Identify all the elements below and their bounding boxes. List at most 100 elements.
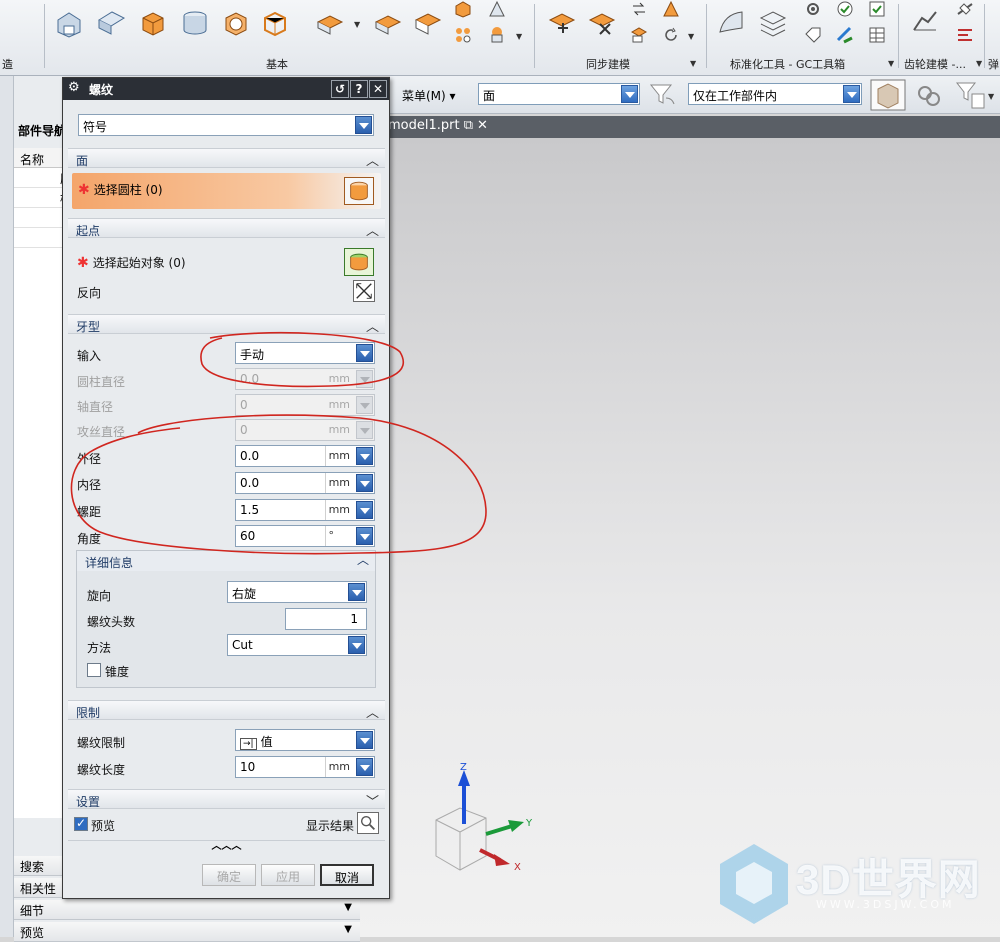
show-result-magnifier-icon[interactable] xyxy=(357,812,379,834)
thread-limit-select[interactable]: →| 值 xyxy=(235,729,375,751)
gear-model-icon[interactable] xyxy=(910,8,940,38)
y-axis-label: Y xyxy=(525,818,533,829)
pattern-icon[interactable] xyxy=(454,26,472,44)
chevron-down-icon[interactable] xyxy=(356,731,373,749)
navigator-panel-details[interactable]: 细节 ▼ xyxy=(14,900,360,920)
surface-tool-icon[interactable] xyxy=(716,8,746,38)
minor-diameter-field[interactable]: 0.0 mm xyxy=(235,472,375,494)
chevron-up-icon: ︿ xyxy=(365,706,379,721)
help-icon[interactable]: ? xyxy=(350,80,368,98)
tag-icon[interactable] xyxy=(804,26,822,44)
dimension-icon[interactable] xyxy=(956,26,974,44)
chevron-down-icon[interactable]: ▼ xyxy=(988,92,994,101)
layers-icon[interactable] xyxy=(758,8,788,38)
gear-icon[interactable]: ⚙ xyxy=(68,80,80,95)
handedness-select[interactable]: 右旋 xyxy=(227,581,367,603)
chevron-down-icon[interactable] xyxy=(355,116,372,134)
arrow-tool-icon[interactable] xyxy=(836,26,854,44)
type-filter-select[interactable]: 面 xyxy=(478,83,640,105)
section-start[interactable]: 起点 ︿ xyxy=(68,218,385,239)
scope-select[interactable]: 仅在工作部件内 xyxy=(688,83,862,105)
section-settings[interactable]: 设置 ﹀ xyxy=(68,789,385,810)
cancel-button[interactable]: 取消 xyxy=(320,864,374,886)
shell-icon[interactable] xyxy=(260,8,290,38)
tab-model1[interactable]: model1.prt ⧉ ✕ xyxy=(388,116,488,138)
hole-icon[interactable] xyxy=(454,0,472,18)
replace-face-icon[interactable] xyxy=(630,0,648,18)
thread-starts-field[interactable]: 1 xyxy=(285,608,367,630)
filter-icon[interactable] xyxy=(648,82,678,108)
chevron-down-icon[interactable]: ▼ xyxy=(688,32,694,41)
thread-length-field[interactable]: 10 mm xyxy=(235,756,375,778)
chevron-up-icon: ︿ xyxy=(365,224,379,239)
select-cylinder[interactable]: ✱ 选择圆柱 (0) xyxy=(72,173,381,209)
chamfer-icon[interactable] xyxy=(314,8,344,38)
chevron-down-icon[interactable] xyxy=(356,501,373,519)
chevron-down-icon[interactable] xyxy=(621,85,638,103)
reverse-direction-icon[interactable] xyxy=(353,280,375,302)
reset-icon[interactable]: ↺ xyxy=(331,80,349,98)
draft-icon[interactable] xyxy=(488,0,506,18)
thread-type-select[interactable]: 符号 xyxy=(78,114,374,136)
chevron-down-icon[interactable]: ▼ xyxy=(344,924,352,935)
offset-region-icon[interactable] xyxy=(630,26,648,44)
section-face[interactable]: 面 ︿ xyxy=(68,148,385,169)
chevron-down-icon[interactable] xyxy=(356,474,373,492)
rotate-icon[interactable] xyxy=(662,26,680,44)
face-blend-icon[interactable] xyxy=(412,8,442,38)
pitch-field[interactable]: 1.5 mm xyxy=(235,499,375,521)
spring-icon[interactable] xyxy=(956,0,974,18)
chevron-down-icon[interactable] xyxy=(843,85,860,103)
chevron-down-icon[interactable] xyxy=(356,447,373,465)
chevron-down-icon[interactable]: ▼ xyxy=(976,59,982,68)
model-check-icon[interactable] xyxy=(868,0,886,18)
chevron-down-icon[interactable] xyxy=(348,583,365,601)
chevron-down-icon[interactable]: ▼ xyxy=(354,20,360,29)
ribbon-separator xyxy=(44,4,45,68)
dialog-titlebar[interactable]: ⚙ 螺纹 ↺ ? ✕ xyxy=(63,78,389,100)
cylinder-select-icon[interactable] xyxy=(344,177,374,205)
taper-checkbox[interactable] xyxy=(87,663,101,677)
gear-icon[interactable] xyxy=(804,0,822,18)
link-icon[interactable] xyxy=(914,82,944,110)
chevron-down-icon[interactable]: ▼ xyxy=(516,32,522,41)
input-mode-select[interactable]: 手动 xyxy=(235,342,375,364)
section-limits[interactable]: 限制 ︿ xyxy=(68,700,385,721)
preview-checkbox[interactable] xyxy=(74,816,88,831)
menu-button[interactable]: 菜单(M) ▾ xyxy=(402,87,456,104)
face-select-icon[interactable] xyxy=(344,248,374,276)
orange-block-icon[interactable] xyxy=(138,8,168,38)
sheet-feature-icon[interactable] xyxy=(96,6,126,36)
apply-button[interactable]: 应用 xyxy=(261,864,315,886)
chevron-down-icon[interactable] xyxy=(356,758,373,776)
pattern-face-icon[interactable] xyxy=(662,0,680,18)
cylinder-icon[interactable] xyxy=(180,8,210,38)
block-feature-icon[interactable] xyxy=(54,8,84,38)
ok-button[interactable]: 确定 xyxy=(202,864,256,886)
delete-face-icon[interactable] xyxy=(586,8,616,38)
navigator-panel-preview[interactable]: 预览 ▼ xyxy=(14,922,360,942)
chevron-down-icon[interactable]: ▼ xyxy=(690,59,696,68)
unite-icon[interactable] xyxy=(488,26,506,44)
revolve-icon[interactable] xyxy=(220,8,250,38)
close-icon[interactable]: ✕ xyxy=(369,80,387,98)
handedness-label: 旋向 xyxy=(87,589,112,603)
angle-field[interactable]: 60 ° xyxy=(235,525,375,547)
collapse-icon[interactable]: ︿︿︿ xyxy=(68,840,385,854)
check-tool-icon[interactable] xyxy=(836,0,854,18)
section-details[interactable]: 详细信息 ︿ xyxy=(77,551,375,571)
solid-body-filter-icon[interactable] xyxy=(870,79,906,111)
selection-filter-icon[interactable] xyxy=(954,80,986,110)
table-tool-icon[interactable] xyxy=(868,26,886,44)
chevron-down-icon[interactable]: ▼ xyxy=(344,902,352,913)
move-face-icon[interactable] xyxy=(546,8,576,38)
select-start-object[interactable]: ✱ 选择起始对象 (0) xyxy=(77,254,186,271)
chevron-down-icon[interactable] xyxy=(356,527,373,545)
method-select[interactable]: Cut xyxy=(227,634,367,656)
major-diameter-field[interactable]: 0.0 mm xyxy=(235,445,375,467)
chevron-down-icon[interactable] xyxy=(356,344,373,362)
section-thread-form[interactable]: 牙型 ︿ xyxy=(68,314,385,335)
chevron-down-icon[interactable]: ▼ xyxy=(888,59,894,68)
chevron-down-icon[interactable] xyxy=(348,636,365,654)
edge-blend-icon[interactable] xyxy=(372,8,402,38)
